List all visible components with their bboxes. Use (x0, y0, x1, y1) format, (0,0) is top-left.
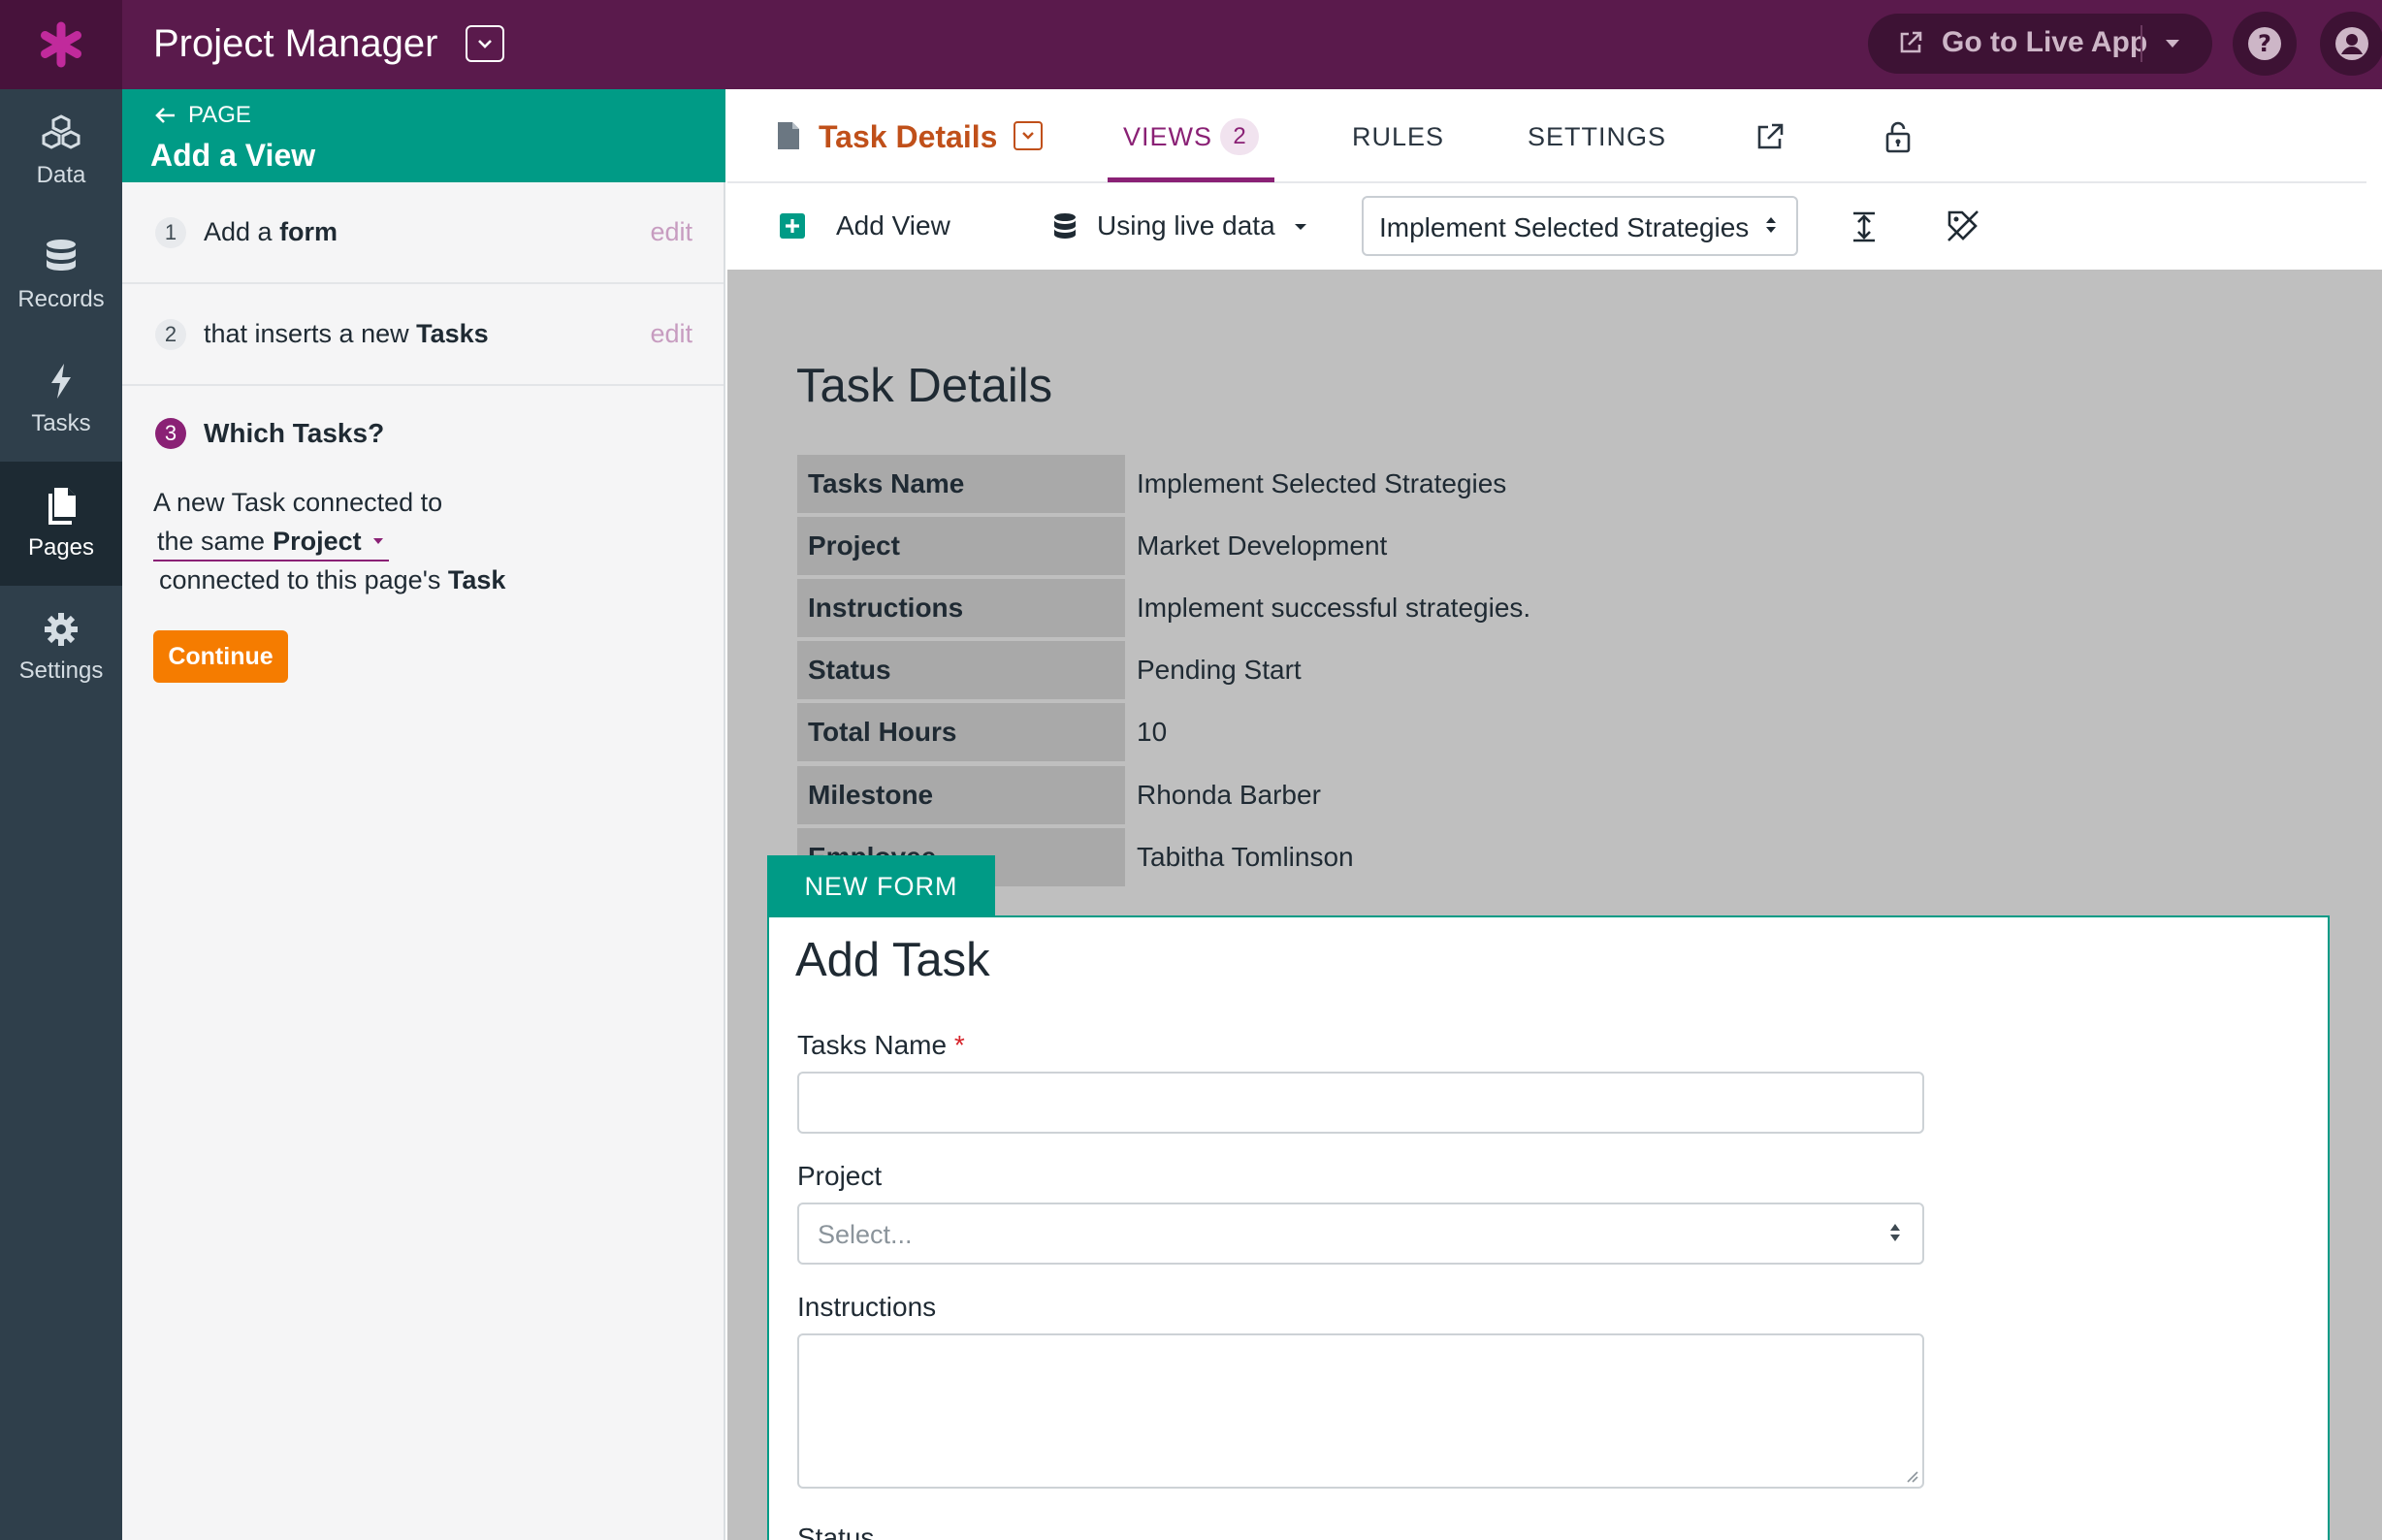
gear-icon (45, 613, 78, 646)
project-label: Project (797, 1161, 883, 1191)
connection-select-prefix: the same (157, 527, 266, 556)
details-label: Tasks Name (797, 455, 1125, 513)
nav-label: Pages (27, 534, 95, 561)
left-nav: Data Records Tasks Pages Settings (0, 89, 122, 1540)
details-value: Rhonda Barber (1137, 780, 1321, 810)
details-label: Status (797, 641, 1125, 699)
details-label: Instructions (797, 579, 1125, 637)
page-name: Task Details (819, 119, 998, 154)
tab-views[interactable]: VIEWS (1123, 120, 1212, 153)
bolt-icon (51, 364, 71, 399)
tasks-name-label: Tasks Name * (797, 1030, 965, 1060)
tasks-name-input[interactable] (797, 1072, 1924, 1134)
instructions-label: Instructions (797, 1292, 937, 1322)
account-button[interactable] (2320, 12, 2382, 76)
back-to-page-link[interactable]: PAGE (153, 101, 251, 130)
database-icon (47, 240, 76, 271)
details-label: Milestone (797, 766, 1125, 824)
pages-icon (48, 488, 76, 525)
connection-select-value: Project (273, 527, 362, 556)
sort-arrows-icon (1887, 1221, 1903, 1244)
details-value: Market Development (1137, 530, 1388, 561)
cubes-icon (42, 114, 80, 149)
active-tab-indicator (1108, 177, 1274, 182)
nav-item-records[interactable]: Records (0, 213, 122, 337)
step-2-edit-link[interactable]: edit (650, 317, 692, 350)
divider (2141, 25, 2142, 62)
live-data-toggle[interactable]: Using live data (1097, 209, 1275, 243)
back-label: PAGE (188, 102, 251, 128)
details-value: Pending Start (1137, 655, 1302, 685)
connection-text: A new Task connected to (153, 488, 443, 517)
instructions-textarea[interactable] (797, 1333, 1924, 1489)
details-label: Total Hours (797, 703, 1125, 761)
app-switcher-button[interactable] (466, 25, 504, 62)
nav-item-pages[interactable]: Pages (0, 462, 122, 586)
project-select-placeholder: Select... (818, 1220, 913, 1249)
add-view-button[interactable]: Add View (836, 209, 950, 243)
chevron-down-icon (1022, 132, 1034, 140)
hide-tag-icon[interactable] (1946, 209, 1980, 243)
divider (727, 181, 2366, 183)
resize-handle-icon[interactable] (1905, 1469, 1918, 1483)
asterisk-logo-icon (41, 21, 81, 68)
connection-select[interactable]: the same Project (153, 523, 389, 561)
details-label: Project (797, 517, 1125, 575)
arrow-left-icon (155, 108, 175, 123)
project-select[interactable] (797, 1203, 1924, 1265)
external-link-icon[interactable] (1755, 122, 1785, 151)
step-2-row: 2 that inserts a new Tasks edit (122, 284, 724, 386)
app-logo[interactable] (0, 0, 122, 89)
step-1-row: 1 Add a form edit (122, 182, 724, 284)
step-number: 2 (155, 319, 186, 350)
views-count-badge: 2 (1220, 118, 1259, 155)
record-select-value: Implement Selected Strategies (1379, 212, 1750, 242)
step-3-title: Which Tasks? (204, 418, 385, 448)
external-link-icon (1897, 29, 1924, 56)
go-to-live-app-label: Go to Live App (1942, 26, 2148, 58)
nav-item-settings[interactable]: Settings (0, 586, 122, 710)
caret-down-icon (1293, 222, 1308, 232)
tab-settings[interactable]: SETTINGS (1528, 120, 1666, 153)
details-value: Tabitha Tomlinson (1137, 842, 1354, 872)
nav-item-data[interactable]: Data (0, 89, 122, 213)
new-form-tag: NEW FORM (767, 855, 995, 917)
page-menu-button[interactable] (1014, 121, 1043, 150)
database-icon (1052, 211, 1078, 242)
lock-icon[interactable] (1884, 120, 1912, 153)
tab-rules[interactable]: RULES (1352, 120, 1444, 153)
details-view-title: Task Details (796, 360, 1053, 412)
details-value: Implement successful strategies. (1137, 593, 1531, 623)
chevron-down-icon (478, 40, 492, 48)
details-value: Implement Selected Strategies (1137, 468, 1507, 498)
step-text: that inserts a new Tasks (204, 319, 489, 348)
nav-label: Records (17, 286, 105, 312)
app-title: Project Manager (153, 22, 438, 65)
help-button[interactable]: ? (2233, 12, 2297, 76)
status-label: Status (797, 1523, 875, 1540)
caret-down-icon (372, 538, 383, 544)
nav-label: Settings (18, 658, 104, 684)
details-value: 10 (1137, 717, 1168, 747)
nav-item-tasks[interactable]: Tasks (0, 337, 122, 462)
plus-square-icon[interactable] (778, 211, 807, 241)
step-number: 1 (155, 217, 186, 248)
step-number-active: 3 (155, 418, 186, 449)
connection-text: connected to this page's Task (159, 565, 506, 594)
file-icon (776, 120, 801, 151)
expand-height-icon[interactable] (1851, 210, 1878, 243)
user-circle-icon (2335, 27, 2368, 60)
sort-arrows-icon (1763, 214, 1779, 236)
nav-label: Data (36, 162, 86, 188)
form-title: Add Task (795, 934, 990, 986)
nav-label: Tasks (31, 410, 91, 436)
continue-button[interactable]: Continue (153, 630, 288, 683)
caret-down-icon[interactable] (2163, 37, 2182, 50)
step-text: Add a form (204, 217, 338, 246)
required-mark: * (953, 1030, 965, 1060)
question-circle-icon: ? (2248, 27, 2281, 60)
svg-text:?: ? (2258, 30, 2271, 57)
panel-title: Add a View (150, 138, 316, 173)
step-1-edit-link[interactable]: edit (650, 215, 692, 248)
